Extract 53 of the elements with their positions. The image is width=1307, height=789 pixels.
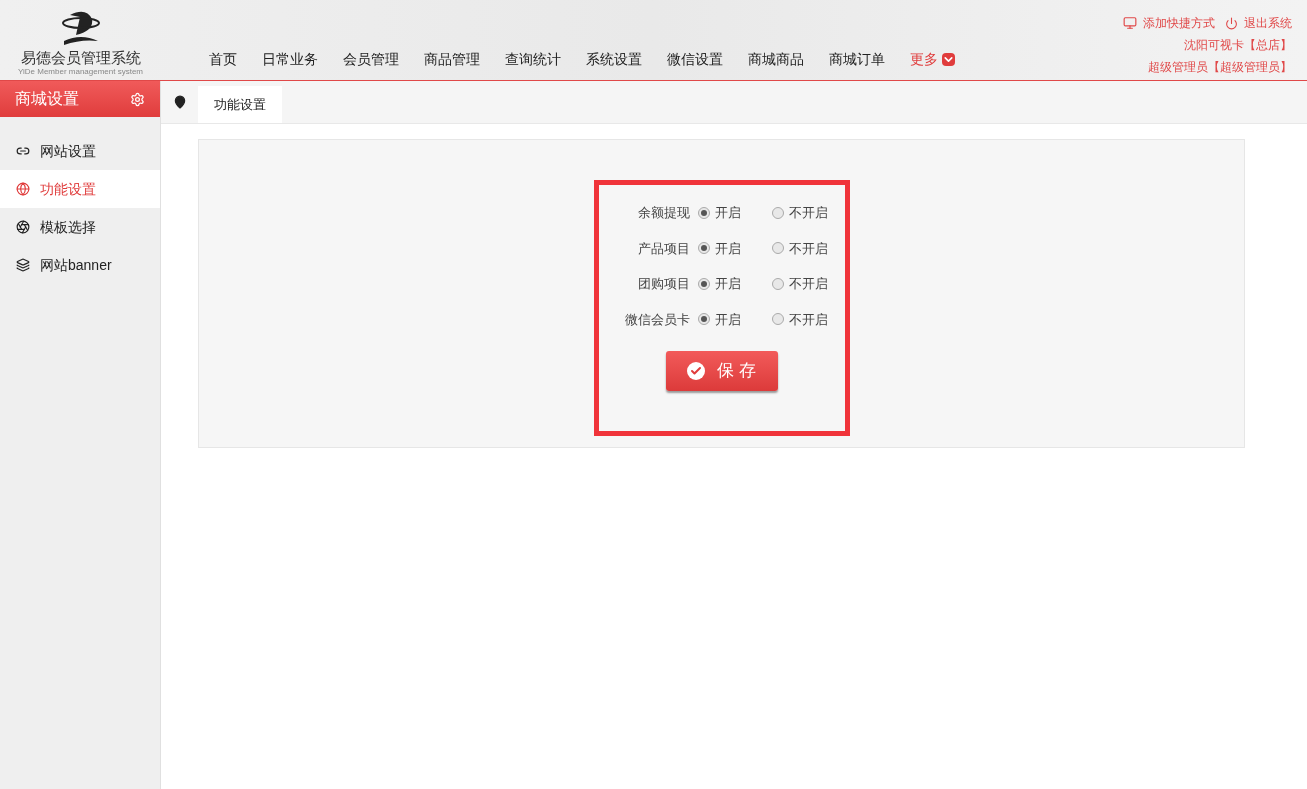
- radio-button[interactable]: [697, 277, 710, 290]
- field-label: 产品项目: [636, 239, 691, 258]
- radio-button[interactable]: [771, 206, 784, 219]
- nav-link[interactable]: 商城商品: [748, 49, 804, 70]
- layers-icon: [16, 258, 30, 272]
- nav-more-link[interactable]: 更多: [910, 49, 955, 70]
- radio-button[interactable]: [697, 313, 710, 326]
- nav-link[interactable]: 查询统计: [505, 49, 561, 70]
- sidebar-item[interactable]: 网站banner: [0, 246, 160, 284]
- nav-link[interactable]: 系统设置: [586, 49, 642, 70]
- sidebar-title: 商城设置: [15, 89, 79, 109]
- radio-option[interactable]: 开启: [697, 203, 772, 223]
- radio-option[interactable]: 不开启: [771, 238, 828, 258]
- save-button[interactable]: 保 存: [665, 351, 778, 391]
- radio-option[interactable]: 开启: [697, 238, 772, 258]
- user-role: 超级管理员【超级管理员】: [1148, 59, 1292, 76]
- aperture-icon: [16, 220, 30, 234]
- nav-link[interactable]: 首页: [209, 49, 237, 70]
- radio-option[interactable]: 开启: [697, 309, 772, 329]
- chevron-icon: [942, 53, 955, 66]
- nav-link[interactable]: 微信设置: [667, 49, 723, 70]
- location-pin-icon: [172, 95, 187, 109]
- radio-option[interactable]: 不开启: [771, 309, 828, 329]
- logout-link[interactable]: 退出系统: [1225, 12, 1292, 34]
- radio-button[interactable]: [697, 242, 710, 255]
- globe-icon: [16, 182, 30, 196]
- radio-button[interactable]: [771, 277, 784, 290]
- nav-link[interactable]: 商品管理: [424, 49, 480, 70]
- radio-option[interactable]: 不开启: [771, 203, 828, 223]
- nav-link[interactable]: 商城订单: [829, 49, 885, 70]
- sidebar-item[interactable]: 功能设置: [0, 170, 160, 208]
- sidebar-item[interactable]: 模板选择: [0, 208, 160, 246]
- shortcut-link[interactable]: 添加快捷方式: [1123, 12, 1215, 34]
- radio-option[interactable]: 开启: [697, 274, 772, 294]
- nav-link[interactable]: 日常业务: [262, 49, 318, 70]
- radio-button[interactable]: [771, 242, 784, 255]
- link-icon: [16, 144, 30, 158]
- tab[interactable]: 功能设置: [198, 86, 282, 123]
- radio-option[interactable]: 不开启: [771, 274, 828, 294]
- radio-button[interactable]: [771, 313, 784, 326]
- field-label: 团购项目: [636, 275, 691, 293]
- field-label: 微信会员卡: [623, 310, 691, 329]
- field-label: 余额提现: [636, 204, 691, 222]
- monitor-icon: [1123, 16, 1137, 30]
- nav-link[interactable]: 会员管理: [343, 49, 399, 70]
- power-icon: [1225, 16, 1238, 30]
- settings-icon: [130, 91, 145, 107]
- sidebar-item[interactable]: 网站设置: [0, 132, 160, 170]
- radio-button[interactable]: [697, 206, 710, 219]
- store-name: 沈阳可视卡【总店】: [1184, 37, 1292, 54]
- logo-subtitle: YiDe Member management system: [17, 68, 144, 76]
- logo-title: 易德会员管理系统: [20, 49, 141, 68]
- check-icon: [687, 362, 706, 380]
